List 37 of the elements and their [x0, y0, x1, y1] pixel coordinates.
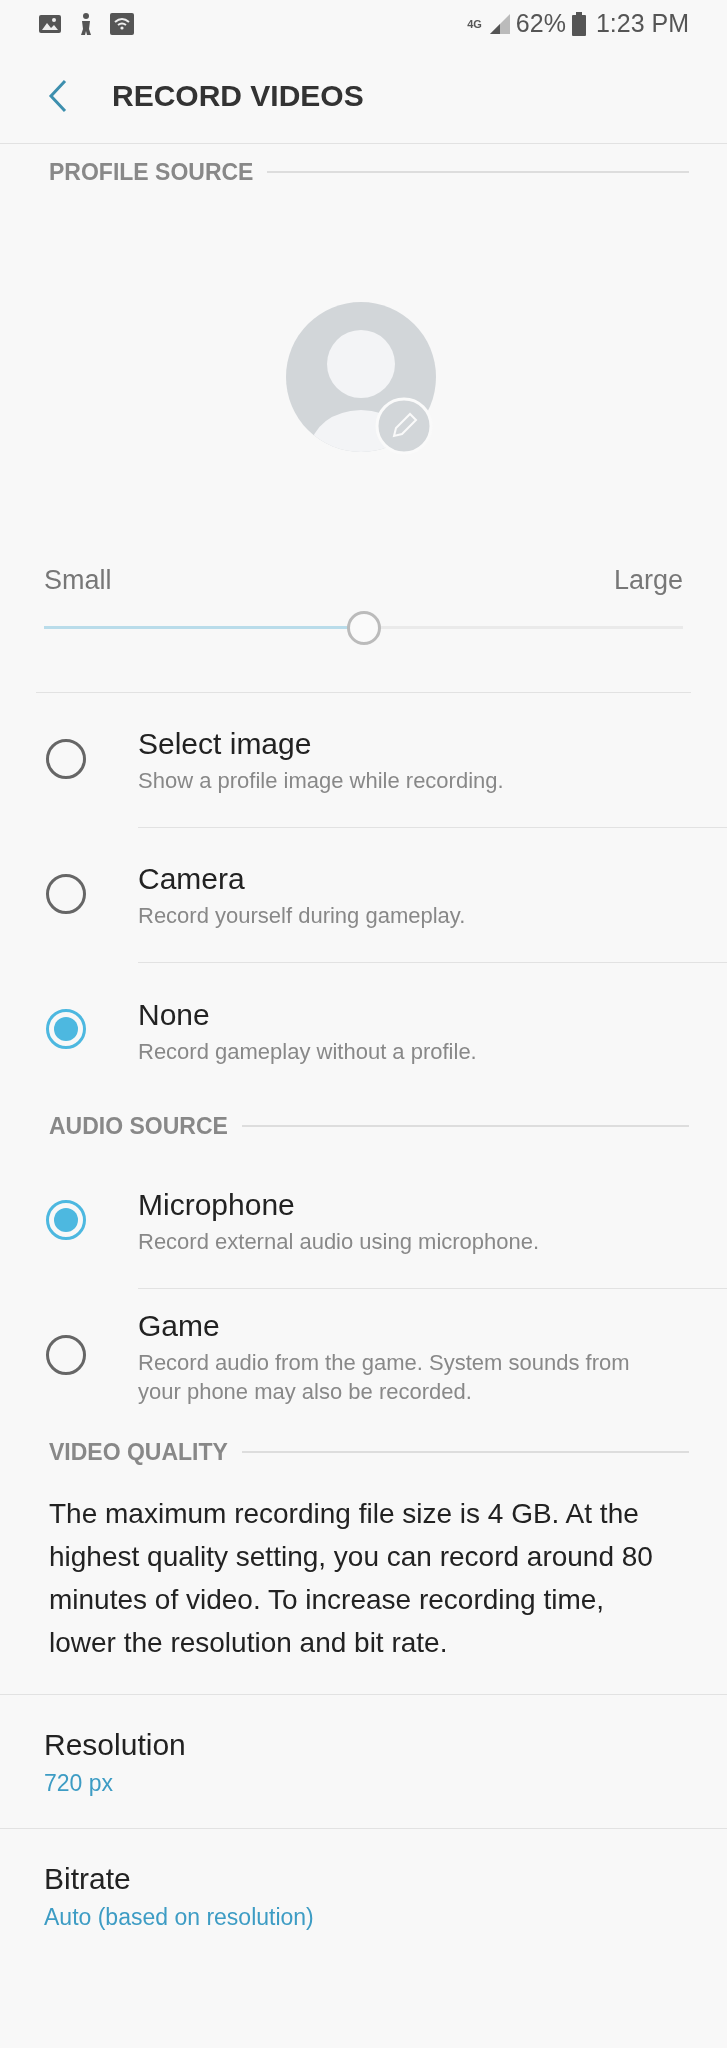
radio-button[interactable]: [46, 873, 86, 914]
option-description: Record gameplay without a profile.: [138, 1037, 478, 1066]
radio-button[interactable]: [46, 1199, 86, 1240]
section-header: VIDEO QUALITY: [49, 1437, 228, 1467]
setting-title: Bitrate: [44, 1861, 132, 1897]
description-paragraph: The maximum recording file size is 4 GB. At the highest quality setting, you can record around 80 minutes of video. To increase recording time, lower the resolution and bit rate.: [0, 1480, 727, 1695]
option-title: Select image: [138, 726, 313, 762]
option-title: None: [138, 996, 211, 1033]
section-header: AUDIO SOURCE: [49, 1111, 228, 1141]
battery-icon: [571, 12, 586, 36]
slider-track[interactable]: [44, 611, 683, 645]
slider-min-label: Small: [44, 563, 112, 597]
radio-button[interactable]: [46, 1008, 86, 1049]
section-header: PROFILE SOURCE: [49, 157, 254, 187]
wifi-icon: [110, 13, 134, 35]
option-description: Record audio from the game. System sounds from your phone may also be recorded.: [138, 1349, 631, 1406]
network-label: 4G: [467, 18, 482, 30]
option-description: Record yourself during gameplay.: [138, 902, 467, 930]
slider-thumb[interactable]: [346, 611, 381, 645]
slider-max-label: Large: [613, 563, 683, 597]
option-description: Show a profile image while recording.: [138, 767, 505, 795]
option-title: Microphone: [138, 1187, 296, 1223]
radio-button[interactable]: [46, 1334, 86, 1375]
option-description: Record external audio using microphone.: [138, 1228, 541, 1256]
setting-value: 720 px: [44, 1768, 115, 1798]
setting-item[interactable]: Bitrate Auto (based on resolution): [0, 1829, 727, 1963]
radio-button[interactable]: [46, 738, 86, 779]
clock: 1:23 PM: [595, 8, 689, 40]
battery-percent: 62%: [515, 8, 566, 40]
image-icon: [38, 14, 62, 34]
setting-item[interactable]: Resolution 720 px: [0, 1695, 727, 1829]
setting-title: Resolution: [44, 1726, 187, 1763]
screen-title: RECORD VIDEOS: [112, 78, 364, 114]
setting-value: Auto (based on resolution): [44, 1903, 315, 1932]
option-title: Camera: [138, 861, 246, 897]
option-title: Game: [138, 1308, 221, 1344]
back-icon: [48, 78, 68, 113]
